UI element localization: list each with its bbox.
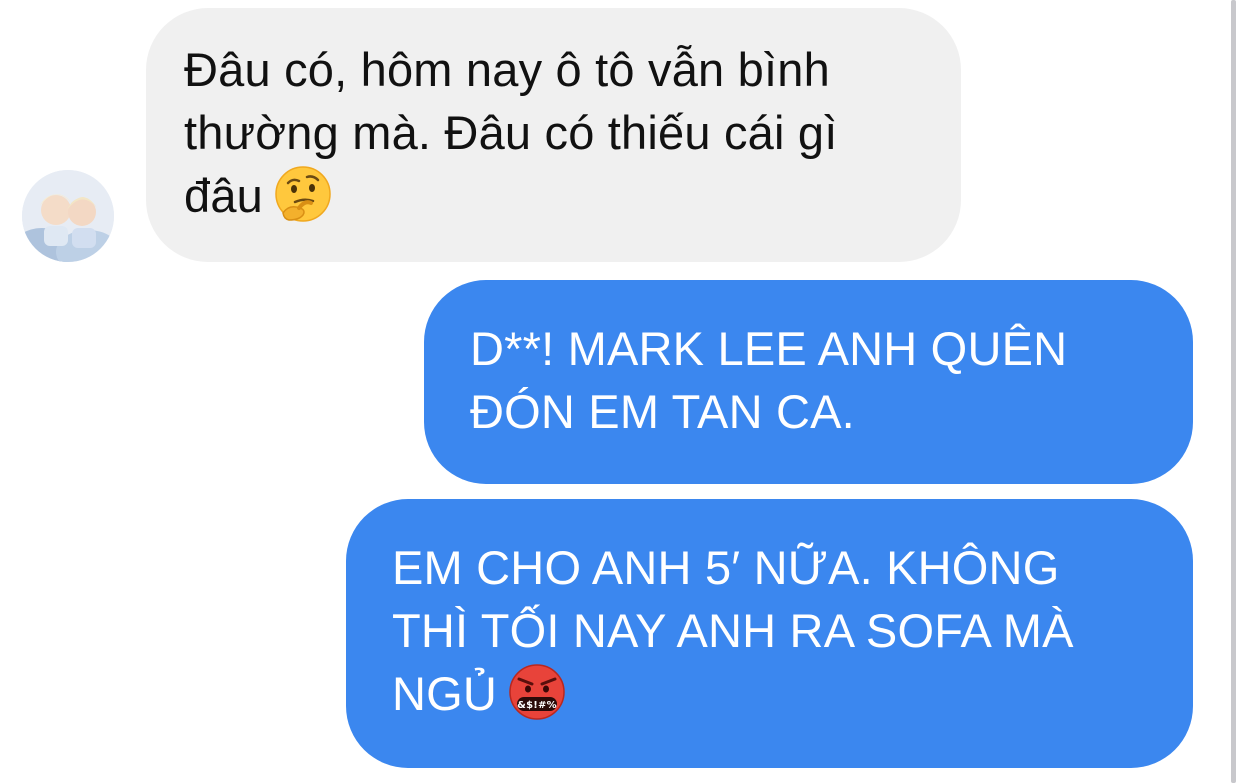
svg-text:&$!#%: &$!#% — [517, 700, 557, 711]
message-line-with-emoji: đâu — [184, 164, 931, 230]
message-line: NGỦ — [392, 667, 498, 720]
message-line: THÌ TỐI NAY ANH RA SOFA MÀ — [392, 604, 1074, 657]
angry-cursing-face-icon: &$!#% — [507, 662, 567, 722]
message-line: D**! MARK LEE ANH QUÊN — [470, 322, 1068, 375]
scrollbar[interactable] — [1231, 0, 1236, 783]
avatar-photo — [22, 170, 114, 262]
chat-thread: Đâu có, hôm nay ô tô vẫn bình thường mà.… — [0, 0, 1242, 783]
outgoing-message-bubble[interactable]: EM CHO ANH 5′ NỮA. KHÔNG THÌ TỐI NAY ANH… — [346, 499, 1193, 768]
contact-avatar[interactable] — [22, 170, 114, 262]
outgoing-message-bubble[interactable]: D**! MARK LEE ANH QUÊN ĐÓN EM TAN CA. — [424, 280, 1193, 484]
message-line: ĐÓN EM TAN CA. — [470, 385, 855, 438]
message-line: đâu — [184, 169, 264, 222]
message-line: thường mà. Đâu có thiếu cái gì — [184, 106, 838, 159]
incoming-message-bubble[interactable]: Đâu có, hôm nay ô tô vẫn bình thường mà.… — [146, 8, 961, 262]
thinking-face-icon — [273, 164, 333, 224]
message-line: Đâu có, hôm nay ô tô vẫn bình — [184, 43, 830, 96]
message-line-with-emoji: NGỦ &$!#% — [392, 662, 1163, 728]
message-line: EM CHO ANH 5′ NỮA. KHÔNG — [392, 541, 1060, 594]
